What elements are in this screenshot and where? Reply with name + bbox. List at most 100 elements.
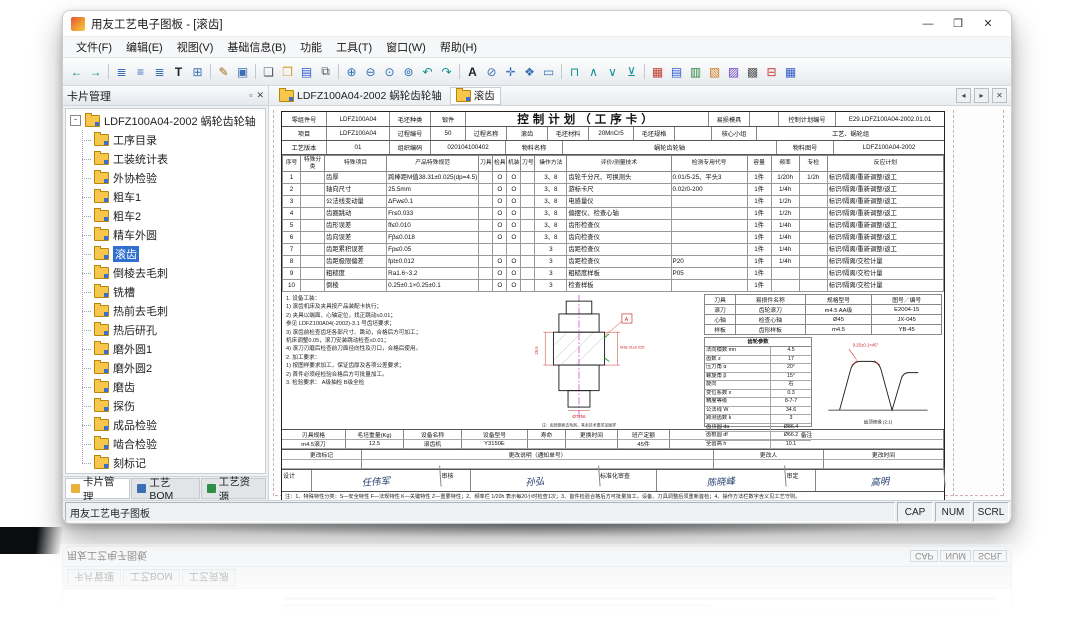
separator[interactable] [459, 64, 460, 79]
undo-icon[interactable]: ↶ [418, 62, 437, 81]
crosshair-icon[interactable]: ✛ [501, 62, 520, 81]
menu-item[interactable]: 编辑(E) [119, 39, 170, 55]
equip-header: 刃具规格 [282, 430, 346, 440]
separator[interactable] [210, 64, 211, 79]
tool-strip-table: 刀具 易损件名称 规格型号 图号／编号 [704, 294, 942, 335]
back-icon[interactable]: ← [67, 62, 86, 81]
redo-icon[interactable]: ↷ [437, 62, 456, 81]
menu-item[interactable]: 基础信息(B) [220, 39, 293, 55]
collapse-icon[interactable]: - [70, 115, 81, 126]
header-value: E29.LDFZ100A04-2002.01.01 [836, 112, 944, 126]
sidebar-item[interactable]: 啮合检验 [66, 434, 265, 453]
sidebar-item[interactable]: 磨外圆2 [66, 358, 265, 377]
panel-tab[interactable]: 工艺资源 [201, 478, 266, 499]
minimize-button[interactable]: — [913, 14, 943, 33]
document-tab[interactable]: 滚齿 [450, 87, 501, 105]
align-right-icon[interactable]: ≣ [150, 62, 169, 81]
sidebar-item[interactable]: 精车外圆 [66, 225, 265, 244]
maximize-button[interactable]: ❐ [943, 14, 973, 33]
sidebar-item[interactable]: 刻标记 [66, 453, 265, 472]
sidebar-item[interactable]: 工装统计表 [66, 149, 265, 168]
menu-item[interactable]: 窗口(W) [379, 39, 433, 55]
no-symbol-icon[interactable]: ⊘ [482, 62, 501, 81]
separator[interactable] [561, 64, 562, 79]
zoom-in-icon[interactable]: ⊕ [342, 62, 361, 81]
menu-item[interactable]: 文件(F) [69, 39, 119, 55]
table-blue-icon[interactable]: ▤ [667, 62, 686, 81]
zoom-out-icon[interactable]: ⊖ [361, 62, 380, 81]
document-canvas: 零组件号 LDFZ100A04 毛坯种类 锻件 控制计划（工序卡） 易损模具 控… [269, 106, 1011, 500]
table-gray-icon[interactable]: ▩ [743, 62, 762, 81]
align-left-icon[interactable]: ≣ [112, 62, 131, 81]
header-label: 零组件号 [282, 112, 327, 126]
sidebar-item[interactable]: 成品检验 [66, 415, 265, 434]
sidebar-item-label: 磨外圆1 [113, 341, 152, 357]
table-orange-icon[interactable]: ▧ [705, 62, 724, 81]
pencil-icon[interactable]: ✎ [214, 62, 233, 81]
sidebar-item[interactable]: 磨外圆1 [66, 339, 265, 358]
tool-strip-row: 滚刀 齿轮滚刀 m4.5 AA级 E2004-15 [705, 305, 942, 315]
tree-root[interactable]: - LDFZ100A04-2002 蜗轮齿轮轴 [66, 111, 265, 130]
sidebar-item[interactable]: 倒棱去毛刺 [66, 263, 265, 282]
menu-item[interactable]: 功能 [293, 39, 329, 55]
save-icon[interactable]: ▤ [297, 62, 316, 81]
table-purple-icon[interactable]: ▨ [724, 62, 743, 81]
zoom-fit-icon[interactable]: ⊚ [399, 62, 418, 81]
sheet-icon[interactable]: ▦ [781, 62, 800, 81]
panel-close-icon[interactable]: ✕ [256, 90, 264, 101]
up-symbol-icon[interactable]: ∧ [584, 62, 603, 81]
table-green-icon[interactable]: ▥ [686, 62, 705, 81]
down-symbol-icon[interactable]: ∨ [603, 62, 622, 81]
zoom-window-icon[interactable]: ⊙ [380, 62, 399, 81]
table-red-icon[interactable]: ▦ [648, 62, 667, 81]
print-icon[interactable]: ⧉ [316, 62, 335, 81]
sidebar-item[interactable]: 铣槽 [66, 282, 265, 301]
panel-tab[interactable]: 卡片管理 [65, 478, 130, 499]
separator[interactable] [644, 64, 645, 79]
new-file-icon[interactable]: ❏ [259, 62, 278, 81]
check-symbol-icon[interactable]: ⊻ [622, 62, 641, 81]
weld-symbol-icon[interactable]: ⊓ [565, 62, 584, 81]
menu-item[interactable]: 帮助(H) [433, 39, 484, 55]
separator[interactable] [338, 64, 339, 79]
reflection-line [283, 611, 997, 614]
text-tool-icon[interactable]: T [169, 62, 188, 81]
header-label: 项目 [282, 127, 327, 140]
change-header: 更改时间 [824, 450, 944, 460]
sidebar-item[interactable]: 热后研孔 [66, 320, 265, 339]
card-icon [94, 457, 109, 469]
prev-tab-icon[interactable]: ◂ [956, 88, 971, 103]
open-folder-icon[interactable]: ❒ [278, 62, 297, 81]
separator[interactable] [108, 64, 109, 79]
sidebar-item[interactable]: 外协检验 [66, 168, 265, 187]
close-tab-icon[interactable]: ✕ [992, 88, 1007, 103]
document-tab[interactable]: LDFZ100A04-2002 蜗轮齿轮轴 [273, 87, 448, 105]
card-grid-icon[interactable]: ⊟ [762, 62, 781, 81]
panel-tab[interactable]: 工艺BOM [131, 478, 199, 499]
close-button[interactable]: ✕ [973, 14, 1003, 33]
frame-icon[interactable]: ▭ [539, 62, 558, 81]
sidebar-item[interactable]: 磨齿 [66, 377, 265, 396]
sidebar-item[interactable]: 滚齿 [66, 244, 265, 263]
panel-tab-label: 工艺资源 [219, 474, 260, 504]
panel-pin-icon[interactable]: ▫ [249, 90, 252, 101]
equip-value: m4.5滚刀 [282, 440, 346, 450]
forward-icon[interactable]: → [86, 62, 105, 81]
sidebar-item[interactable]: 热前去毛刺 [66, 301, 265, 320]
next-tab-icon[interactable]: ▸ [974, 88, 989, 103]
sidebar-item[interactable]: 探伤 [66, 396, 265, 415]
align-middle-icon[interactable]: ≡ [131, 62, 150, 81]
table-tool-icon[interactable]: ⊞ [188, 62, 207, 81]
picture-icon[interactable]: ▣ [233, 62, 252, 81]
sidebar-item[interactable]: 粗车2 [66, 206, 265, 225]
margin-guide [953, 110, 954, 496]
font-icon[interactable]: A [463, 62, 482, 81]
card-icon [94, 210, 109, 222]
sidebar-item[interactable]: 工序目录 [66, 130, 265, 149]
separator[interactable] [255, 64, 256, 79]
symbol-library-icon[interactable]: ❖ [520, 62, 539, 81]
menu-item[interactable]: 工具(T) [329, 39, 379, 55]
menu-item[interactable]: 视图(V) [170, 39, 221, 55]
sidebar-item[interactable]: 粗车1 [66, 187, 265, 206]
col-header: 机装 [507, 156, 521, 172]
